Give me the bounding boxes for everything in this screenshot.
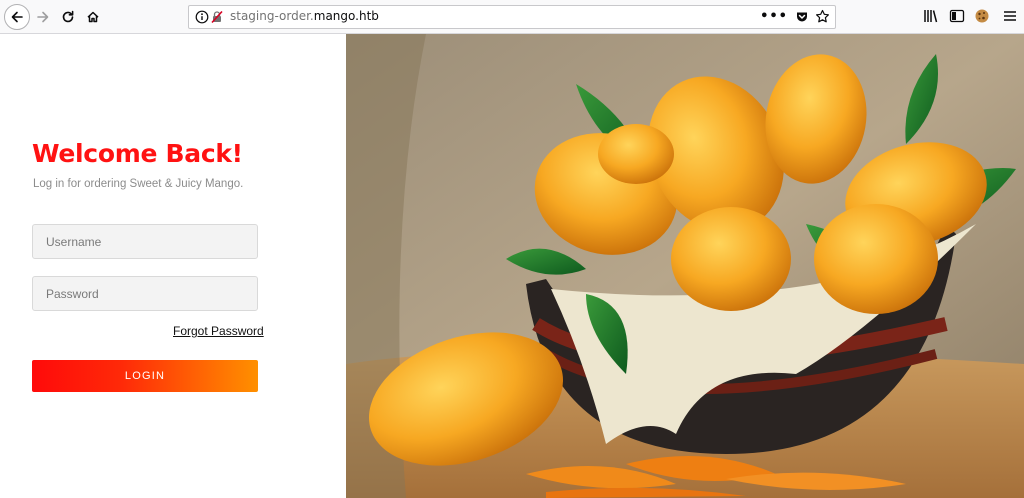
- library-icon[interactable]: [923, 8, 939, 24]
- info-icon[interactable]: [195, 10, 209, 24]
- page-actions-button[interactable]: •••: [760, 9, 788, 24]
- reload-icon: [62, 10, 74, 23]
- forward-arrow-icon: [37, 11, 49, 23]
- reload-button[interactable]: [55, 4, 81, 30]
- url-domain: mango.htb: [313, 9, 379, 23]
- cookie-icon[interactable]: [974, 8, 990, 24]
- url-bar[interactable]: staging-order.mango.htb •••: [188, 5, 836, 29]
- login-button[interactable]: LOGIN: [32, 360, 258, 392]
- login-panel: Welcome Back! Log in for ordering Sweet …: [0, 34, 346, 498]
- home-icon: [87, 11, 99, 23]
- url-subdomain: staging-order.: [230, 9, 314, 23]
- insecure-lock-icon[interactable]: [210, 10, 224, 24]
- back-arrow-icon: [11, 11, 23, 23]
- forward-button[interactable]: [30, 4, 56, 30]
- forgot-password-link[interactable]: Forgot Password: [173, 324, 264, 338]
- sidebar-icon[interactable]: [949, 8, 965, 24]
- home-button[interactable]: [80, 4, 106, 30]
- url-text[interactable]: staging-order.mango.htb: [230, 9, 379, 23]
- back-button[interactable]: [4, 4, 30, 30]
- hamburger-menu-icon[interactable]: [1002, 8, 1018, 24]
- pocket-icon[interactable]: [795, 10, 809, 24]
- username-input[interactable]: [32, 224, 258, 259]
- password-input[interactable]: [32, 276, 258, 311]
- star-icon[interactable]: [815, 9, 830, 24]
- browser-toolbar: staging-order.mango.htb •••: [0, 0, 1024, 34]
- page-title: Welcome Back!: [32, 139, 243, 168]
- page-subtitle: Log in for ordering Sweet & Juicy Mango.: [33, 178, 244, 190]
- mango-basket-illustration: [346, 34, 1024, 498]
- hero-mango-image: [346, 34, 1024, 498]
- page-content: Welcome Back! Log in for ordering Sweet …: [0, 34, 1024, 498]
